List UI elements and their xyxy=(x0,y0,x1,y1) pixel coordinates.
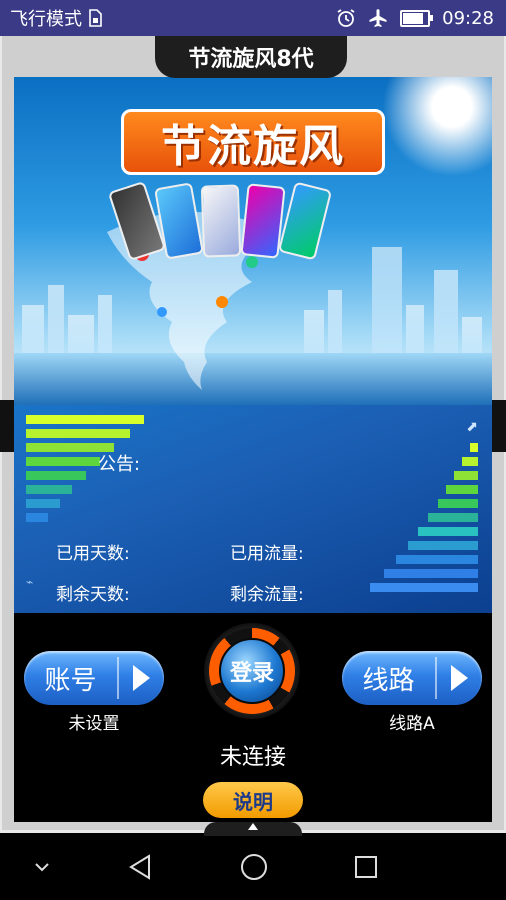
chevron-down-icon[interactable] xyxy=(28,853,56,881)
airplane-mode-label: 飞行模式 xyxy=(10,9,82,30)
battery-icon xyxy=(400,9,434,27)
account-button-label: 账号 xyxy=(44,665,97,696)
sim-card-icon xyxy=(89,9,102,27)
clock: 09:28 xyxy=(442,7,494,29)
left-drag-handle[interactable] xyxy=(0,400,14,452)
route-button[interactable]: 线路 xyxy=(342,651,482,705)
phones-graphic xyxy=(107,180,333,262)
app-screen: 节流旋风 ⬈ ⌁ 公告: 已用天数: 已用流量: 剩余天数: 剩余流量: 账号 … xyxy=(14,77,492,822)
back-icon[interactable] xyxy=(124,851,156,883)
days-used-label: 已用天数: xyxy=(56,544,130,564)
controls-area: 账号 未设置 登录 线路 线路A 未连接 说明 xyxy=(14,613,492,822)
route-button-label: 线路 xyxy=(362,665,415,696)
app-title: 节流旋风8代 xyxy=(155,36,347,78)
traffic-used-label: 已用流量: xyxy=(230,544,304,564)
help-button[interactable]: 说明 xyxy=(203,782,303,818)
info-panel: ⬈ ⌁ 公告: 已用天数: 已用流量: 剩余天数: 剩余流量: xyxy=(14,405,492,613)
system-nav-bar xyxy=(0,833,506,900)
account-button[interactable]: 账号 xyxy=(24,651,164,705)
home-icon[interactable] xyxy=(238,851,270,883)
announcement-label: 公告: xyxy=(98,454,141,475)
banner-image: 节流旋风 xyxy=(14,77,492,405)
no-signal-icon: ⌁ xyxy=(26,575,34,589)
banner-logo: 节流旋风 xyxy=(121,109,385,175)
route-status: 线路A xyxy=(389,714,435,734)
right-drag-handle[interactable] xyxy=(492,400,506,452)
chevron-right-icon xyxy=(119,665,164,691)
alarm-icon xyxy=(337,9,355,27)
sun-glare xyxy=(382,77,492,177)
connection-status: 未连接 xyxy=(219,745,286,770)
traffic-left-label: 剩余流量: xyxy=(230,585,304,605)
recents-icon[interactable] xyxy=(350,851,382,883)
account-status: 未设置 xyxy=(68,714,120,734)
status-bar: 飞行模式 09:28 xyxy=(0,0,506,36)
days-left-label: 剩余天数: xyxy=(56,585,130,605)
airplane-icon xyxy=(369,9,387,27)
login-button[interactable]: 登录 xyxy=(204,623,300,719)
expand-handle[interactable] xyxy=(204,822,302,836)
chevron-right-icon xyxy=(437,665,482,691)
login-button-label: 登录 xyxy=(219,638,285,704)
trend-icon: ⬈ xyxy=(466,419,478,435)
